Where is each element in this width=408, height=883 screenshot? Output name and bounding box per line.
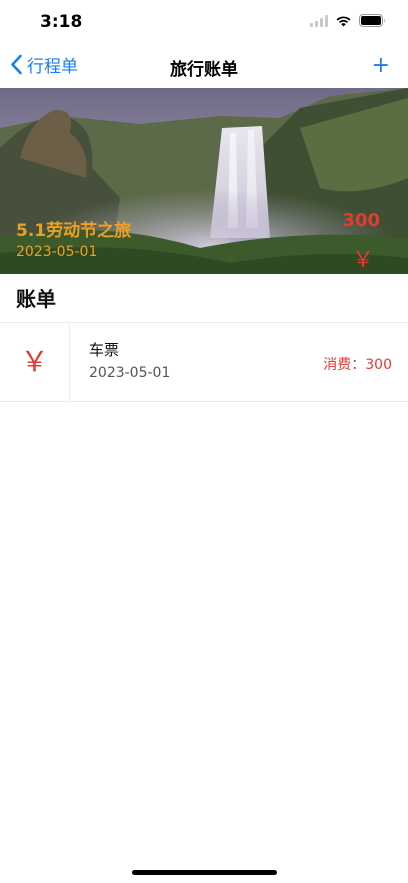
bill-amount: 消费：300 bbox=[323, 354, 392, 374]
status-time: 3:18 bbox=[40, 12, 83, 32]
page-title: 旅行账单 bbox=[170, 60, 238, 80]
status-icons bbox=[310, 14, 386, 27]
status-bar: 3:18 bbox=[0, 0, 408, 44]
home-indicator bbox=[132, 870, 277, 875]
bill-amount-label: 消费： bbox=[323, 357, 366, 373]
bill-date: 2023-05-01 bbox=[89, 365, 171, 381]
bill-list: ￥ 车票 2023-05-01 消费：300 bbox=[0, 322, 408, 402]
bill-icon-cell: ￥ bbox=[0, 323, 70, 401]
bill-name: 车票 bbox=[89, 341, 120, 359]
bill-amount-value: 300 bbox=[365, 357, 392, 373]
app-screen: 3:18 行程单 旅行账单 + 5.1劳动节之旅 2023-05-01 300 … bbox=[0, 0, 408, 883]
add-bill-button[interactable]: + bbox=[372, 52, 390, 80]
bill-row[interactable]: ￥ 车票 2023-05-01 消费：300 bbox=[0, 322, 408, 402]
wifi-icon bbox=[336, 16, 351, 26]
trip-banner: 5.1劳动节之旅 2023-05-01 300 ￥ bbox=[0, 88, 408, 274]
navigation-bar: 行程单 旅行账单 + bbox=[0, 44, 408, 88]
trip-name: 5.1劳动节之旅 bbox=[16, 221, 132, 241]
trip-date: 2023-05-01 bbox=[16, 244, 98, 260]
yen-icon: ￥ bbox=[20, 345, 49, 378]
cellular-signal-icon bbox=[310, 14, 328, 27]
trip-total-amount: 300 bbox=[342, 210, 380, 231]
battery-icon bbox=[359, 14, 385, 27]
section-title: 账单 bbox=[16, 287, 56, 311]
yen-icon: ￥ bbox=[351, 248, 374, 273]
